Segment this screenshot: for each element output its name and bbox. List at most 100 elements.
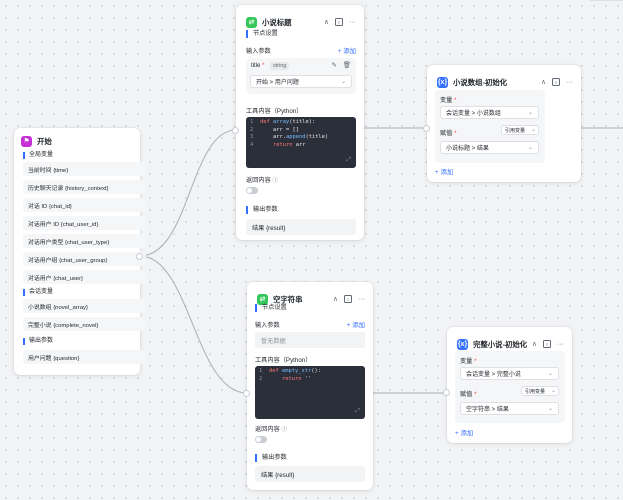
global-var-item: 对话用户组 {chat_user_group} bbox=[23, 252, 146, 266]
flag-icon: ⚑ bbox=[21, 135, 32, 147]
chevron-down-icon: ⌄ bbox=[527, 110, 533, 116]
novel-title-node-title: 小说标题 bbox=[262, 17, 292, 27]
return-content-toggle[interactable] bbox=[255, 436, 267, 443]
novel-init-node-title: 完整小说-初始化 bbox=[473, 339, 528, 349]
output-params-label: 输出参数 bbox=[246, 206, 278, 214]
input-params-label: 输入参数 bbox=[255, 322, 280, 329]
variable-icon: {x} bbox=[437, 76, 448, 88]
line-number: 1 bbox=[250, 119, 254, 125]
add-input-button[interactable]: + 添加 bbox=[347, 320, 365, 329]
chevron-down-icon: ⌄ bbox=[547, 371, 553, 377]
required-mark: * bbox=[262, 63, 265, 69]
session-vars-label: 会话变量 bbox=[23, 289, 53, 296]
novel-array-init-node[interactable]: {x} 小说数组-初始化 ∧ ≡ ··· 变量 * 会话变量 > 小说数组 ⌄ … bbox=[423, 65, 581, 182]
line-number: 1 bbox=[259, 368, 263, 374]
collapse-icon[interactable]: ∧ bbox=[541, 78, 546, 86]
var-value: 会话变量 > 小说数组 bbox=[446, 111, 501, 117]
output-params-label: 输出参数 bbox=[23, 338, 53, 345]
assign-value: 小说标题 > 结果 bbox=[446, 146, 489, 152]
required-mark: * bbox=[474, 391, 477, 398]
line-number: 2 bbox=[250, 126, 254, 133]
info-icon: ⓘ bbox=[281, 427, 287, 433]
assign-select[interactable]: 小说标题 > 结果 ⌄ bbox=[440, 141, 539, 154]
required-mark: * bbox=[474, 358, 477, 365]
expand-icon[interactable]: ⤢ bbox=[355, 407, 360, 415]
chevron-down-icon: ⌄ bbox=[530, 127, 536, 133]
var-select[interactable]: 会话变量 > 完整小说 ⌄ bbox=[460, 367, 559, 380]
complete-novel-init-node[interactable]: {x} 完整小说-初始化 ∧ ≡ ··· 变量 * 会话变量 > 完整小说 ⌄ … bbox=[443, 327, 572, 443]
var-label: 变量 bbox=[440, 97, 453, 104]
add-assignment-button[interactable]: + 添加 bbox=[455, 428, 473, 437]
collapse-icon[interactable]: ∧ bbox=[333, 295, 338, 303]
more-icon[interactable]: ··· bbox=[566, 79, 573, 86]
toggle-view-icon[interactable]: ≡ bbox=[335, 18, 343, 26]
code-editor[interactable]: 1 def empty_str(): 2 return '' ⤢ bbox=[255, 366, 365, 419]
array-init-node-title: 小说数组-初始化 bbox=[453, 77, 508, 87]
assign-label: 赋值 bbox=[440, 130, 453, 137]
toggle-view-icon[interactable]: ≡ bbox=[552, 78, 560, 86]
chevron-down-icon: ⌄ bbox=[550, 388, 556, 394]
var-select[interactable]: 会话变量 > 小说数组 ⌄ bbox=[440, 106, 539, 119]
assign-select[interactable]: 空字符串 > 结果 ⌄ bbox=[460, 402, 559, 415]
session-var-item: 小说数组 {novel_array} bbox=[23, 299, 146, 313]
no-data-placeholder: 暂无数据 bbox=[255, 332, 365, 348]
add-assignment-button[interactable]: + 添加 bbox=[435, 167, 453, 176]
wire-start-to-empty-string bbox=[139, 255, 248, 394]
info-icon: ⓘ bbox=[272, 178, 278, 184]
empty-string-node[interactable]: ⇄ 空字符串 ∧ ≡ ··· 节点设置 输入参数 + 添加 暂无数据 工具内容（… bbox=[243, 282, 373, 490]
ref-var-dropdown[interactable]: 引用变量 ⌄ bbox=[521, 386, 559, 396]
input-port[interactable] bbox=[423, 125, 430, 132]
delete-icon[interactable]: 🗑 bbox=[343, 62, 351, 69]
tool-content-label: 工具内容（Python） bbox=[255, 357, 312, 364]
assign-panel: 变量 * 会话变量 > 完整小说 ⌄ 赋值 * 引用变量 ⌄ 空字符串 > 结果… bbox=[455, 351, 565, 423]
code-editor[interactable]: 1 def array(title): 2 arr = [] 3 arr.app… bbox=[246, 117, 356, 168]
var-label: 变量 bbox=[460, 358, 473, 365]
input-port[interactable] bbox=[232, 127, 239, 134]
edit-icon[interactable]: ✎ bbox=[331, 62, 336, 69]
param-value-select[interactable]: 开始 > 用户问题 ⌄ bbox=[250, 75, 352, 88]
output-item: 结果 {result} bbox=[246, 219, 356, 235]
start-node[interactable]: ⚑ 开始 全局变量 当前时间 {time} 历史聊天记录 {history_co… bbox=[14, 128, 146, 375]
ref-var-dropdown[interactable]: 引用变量 ⌄ bbox=[501, 125, 539, 135]
return-content-label: 返回内容 bbox=[246, 177, 271, 184]
more-icon[interactable]: ··· bbox=[358, 296, 365, 303]
add-input-button[interactable]: + 添加 bbox=[338, 46, 356, 55]
global-var-item: 对话用户类型 {chat_user_type} bbox=[23, 234, 146, 248]
tool-content-label: 工具内容（Python） bbox=[246, 108, 303, 115]
ref-var-label: 引用变量 bbox=[525, 388, 546, 395]
ref-var-label: 引用变量 bbox=[505, 127, 526, 134]
more-icon[interactable]: ··· bbox=[349, 19, 356, 26]
line-number: 3 bbox=[250, 134, 254, 141]
session-var-item: 完整小说 {complete_novel} bbox=[23, 317, 146, 331]
tool-icon: ⇄ bbox=[246, 16, 257, 28]
line-number: 2 bbox=[259, 375, 263, 382]
output-params-label: 输出参数 bbox=[255, 454, 287, 462]
chevron-down-icon: ⌄ bbox=[547, 406, 553, 412]
assign-label: 赋值 bbox=[460, 391, 473, 398]
var-value: 会话变量 > 完整小说 bbox=[466, 372, 521, 378]
global-var-item: 对话 ID {chat_id} bbox=[23, 198, 146, 212]
input-port[interactable] bbox=[243, 390, 250, 397]
input-port[interactable] bbox=[443, 389, 450, 396]
collapse-icon[interactable]: ∧ bbox=[324, 18, 329, 26]
chevron-down-icon: ⌄ bbox=[527, 145, 533, 151]
required-mark: * bbox=[454, 130, 457, 137]
return-content-label: 返回内容 bbox=[255, 426, 280, 433]
global-var-item: 当前时间 {time} bbox=[23, 162, 146, 176]
toggle-view-icon[interactable]: ≡ bbox=[344, 295, 352, 303]
collapse-icon[interactable]: ∧ bbox=[532, 340, 537, 348]
novel-title-node[interactable]: ⇄ 小说标题 ∧ ≡ ··· 节点设置 输入参数 + 添加 title * st… bbox=[232, 5, 364, 240]
param-type-tag: string bbox=[270, 62, 290, 70]
return-content-toggle[interactable] bbox=[246, 187, 258, 194]
chevron-down-icon: ⌄ bbox=[340, 79, 346, 85]
global-var-item: 历史聊天记录 {history_context} bbox=[23, 180, 146, 194]
input-params-label: 输入参数 bbox=[246, 48, 271, 55]
output-port[interactable] bbox=[136, 253, 143, 260]
toggle-view-icon[interactable]: ≡ bbox=[543, 340, 551, 348]
param-name: title bbox=[251, 63, 261, 69]
assign-panel: 变量 * 会话变量 > 小说数组 ⌄ 赋值 * 引用变量 ⌄ 小说标题 > 结果… bbox=[435, 90, 545, 163]
global-vars-label: 全局变量 bbox=[23, 152, 53, 159]
required-mark: * bbox=[454, 97, 457, 104]
expand-icon[interactable]: ⤢ bbox=[346, 156, 351, 164]
more-icon[interactable]: ··· bbox=[557, 341, 564, 348]
